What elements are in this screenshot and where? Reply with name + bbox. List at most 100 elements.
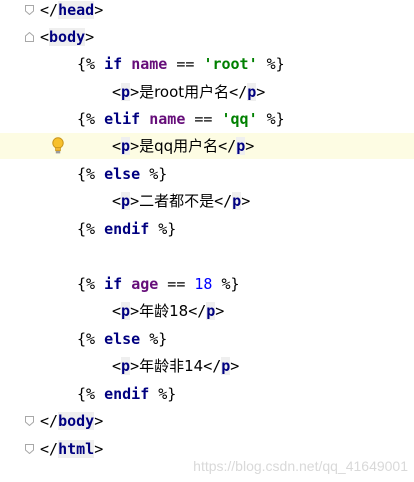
code-token: > bbox=[85, 28, 95, 46]
code-token: html bbox=[58, 440, 95, 458]
code-line-p-neither[interactable]: <p>二者都不是</p> bbox=[0, 188, 414, 214]
code-text: </body> bbox=[40, 408, 103, 434]
code-token: 年龄18 bbox=[139, 302, 189, 320]
code-token: </ bbox=[203, 357, 222, 375]
code-token: p bbox=[121, 302, 131, 320]
code-token: > bbox=[94, 412, 104, 430]
code-token: p bbox=[232, 192, 242, 210]
code-token: < bbox=[112, 192, 122, 210]
code-token: p bbox=[121, 357, 131, 375]
code-token: 'qq' bbox=[221, 110, 258, 128]
code-token: > bbox=[241, 192, 251, 210]
watermark: https://blog.csdn.net/qq_41649001 bbox=[193, 458, 408, 474]
code-text: {% if name == 'root' %} bbox=[77, 51, 285, 77]
code-line-close-head[interactable]: </head> bbox=[0, 0, 414, 23]
code-token: > bbox=[256, 83, 266, 101]
code-token: body bbox=[58, 412, 95, 430]
code-editor[interactable]: </head> <body> {% if name == 'root' %} <… bbox=[0, 0, 414, 482]
code-line-close-body[interactable]: </body> bbox=[0, 408, 414, 434]
code-token: 是qq用户名 bbox=[139, 137, 219, 155]
code-line-endif-1[interactable]: {% endif %} bbox=[0, 216, 414, 242]
code-text: {% else %} bbox=[77, 326, 167, 352]
code-text: <p>是qq用户名</p> bbox=[112, 133, 254, 159]
code-line-p-root[interactable]: <p>是root用户名</p> bbox=[0, 79, 414, 105]
fold-end-icon[interactable] bbox=[25, 416, 34, 426]
code-token: %} bbox=[140, 330, 168, 348]
code-token: body bbox=[49, 28, 86, 46]
fold-start-icon[interactable] bbox=[25, 32, 34, 42]
code-token: p bbox=[247, 83, 257, 101]
code-line-p-age-18[interactable]: <p>年龄18</p> bbox=[0, 298, 414, 324]
code-token: > bbox=[230, 357, 240, 375]
code-token: %} bbox=[140, 165, 168, 183]
code-text: </html> bbox=[40, 436, 103, 462]
code-text: <body> bbox=[40, 24, 94, 50]
code-token: {% bbox=[77, 275, 105, 293]
code-token: %} bbox=[257, 110, 285, 128]
code-token: %} bbox=[212, 275, 240, 293]
code-token: > bbox=[130, 192, 140, 210]
code-text: <p>年龄18</p> bbox=[112, 298, 224, 324]
code-token: endif bbox=[104, 220, 150, 238]
code-token: {% bbox=[77, 55, 105, 73]
code-token: 二者都不是 bbox=[139, 192, 215, 210]
code-token: </ bbox=[188, 302, 207, 320]
code-token: {% bbox=[77, 165, 105, 183]
code-token: %} bbox=[149, 385, 177, 403]
lightbulb-icon[interactable] bbox=[52, 137, 64, 155]
code-token: endif bbox=[104, 385, 150, 403]
code-line-elif[interactable]: {% elif name == 'qq' %} bbox=[0, 106, 414, 132]
code-token: {% bbox=[77, 220, 105, 238]
code-token: else bbox=[104, 165, 141, 183]
code-token: p bbox=[206, 302, 216, 320]
code-token: 18 bbox=[194, 275, 213, 293]
code-text: {% endif %} bbox=[77, 381, 176, 407]
code-token: p bbox=[121, 137, 131, 155]
code-line-else-2[interactable]: {% else %} bbox=[0, 326, 414, 352]
code-token: {% bbox=[77, 330, 105, 348]
code-token: {% bbox=[77, 110, 105, 128]
code-line-p-age-not-14[interactable]: <p>年龄非14</p> bbox=[0, 353, 414, 379]
code-token: </ bbox=[218, 137, 237, 155]
code-token: </ bbox=[40, 440, 59, 458]
code-token: elif bbox=[104, 110, 141, 128]
code-text: {% elif name == 'qq' %} bbox=[77, 106, 285, 132]
code-line-else-1[interactable]: {% else %} bbox=[0, 161, 414, 187]
code-token: p bbox=[236, 137, 246, 155]
code-line-blank[interactable] bbox=[0, 243, 414, 269]
code-line-p-qq-current[interactable]: <p>是qq用户名</p> bbox=[0, 133, 414, 159]
code-text: {% if age == 18 %} bbox=[77, 271, 240, 297]
code-token: < bbox=[112, 302, 122, 320]
code-token: p bbox=[221, 357, 231, 375]
code-token: else bbox=[104, 330, 141, 348]
code-token: > bbox=[130, 357, 140, 375]
code-text: {% endif %} bbox=[77, 216, 176, 242]
code-token: > bbox=[94, 440, 104, 458]
code-text: <p>是root用户名</p> bbox=[112, 79, 265, 105]
code-line-if-name[interactable]: {% if name == 'root' %} bbox=[0, 51, 414, 77]
code-text: <p>二者都不是</p> bbox=[112, 188, 250, 214]
code-token: > bbox=[94, 1, 104, 19]
code-token: if bbox=[104, 275, 123, 293]
code-token: > bbox=[245, 137, 255, 155]
code-token: </ bbox=[40, 1, 59, 19]
code-text: </head> bbox=[40, 0, 103, 23]
code-token: == bbox=[167, 55, 204, 73]
code-token: %} bbox=[257, 55, 285, 73]
code-line-open-body[interactable]: <body> bbox=[0, 24, 414, 50]
fold-end-icon[interactable] bbox=[25, 5, 34, 15]
code-token: name bbox=[149, 110, 186, 128]
code-line-endif-2[interactable]: {% endif %} bbox=[0, 381, 414, 407]
code-token: %} bbox=[149, 220, 177, 238]
code-token: < bbox=[112, 357, 122, 375]
code-token: > bbox=[130, 83, 140, 101]
code-token: p bbox=[121, 192, 131, 210]
code-token: </ bbox=[40, 412, 59, 430]
code-token: > bbox=[130, 137, 140, 155]
fold-end-icon[interactable] bbox=[25, 444, 34, 454]
code-token: == bbox=[185, 110, 222, 128]
code-token: 年龄非14 bbox=[139, 357, 204, 375]
code-line-if-age[interactable]: {% if age == 18 %} bbox=[0, 271, 414, 297]
